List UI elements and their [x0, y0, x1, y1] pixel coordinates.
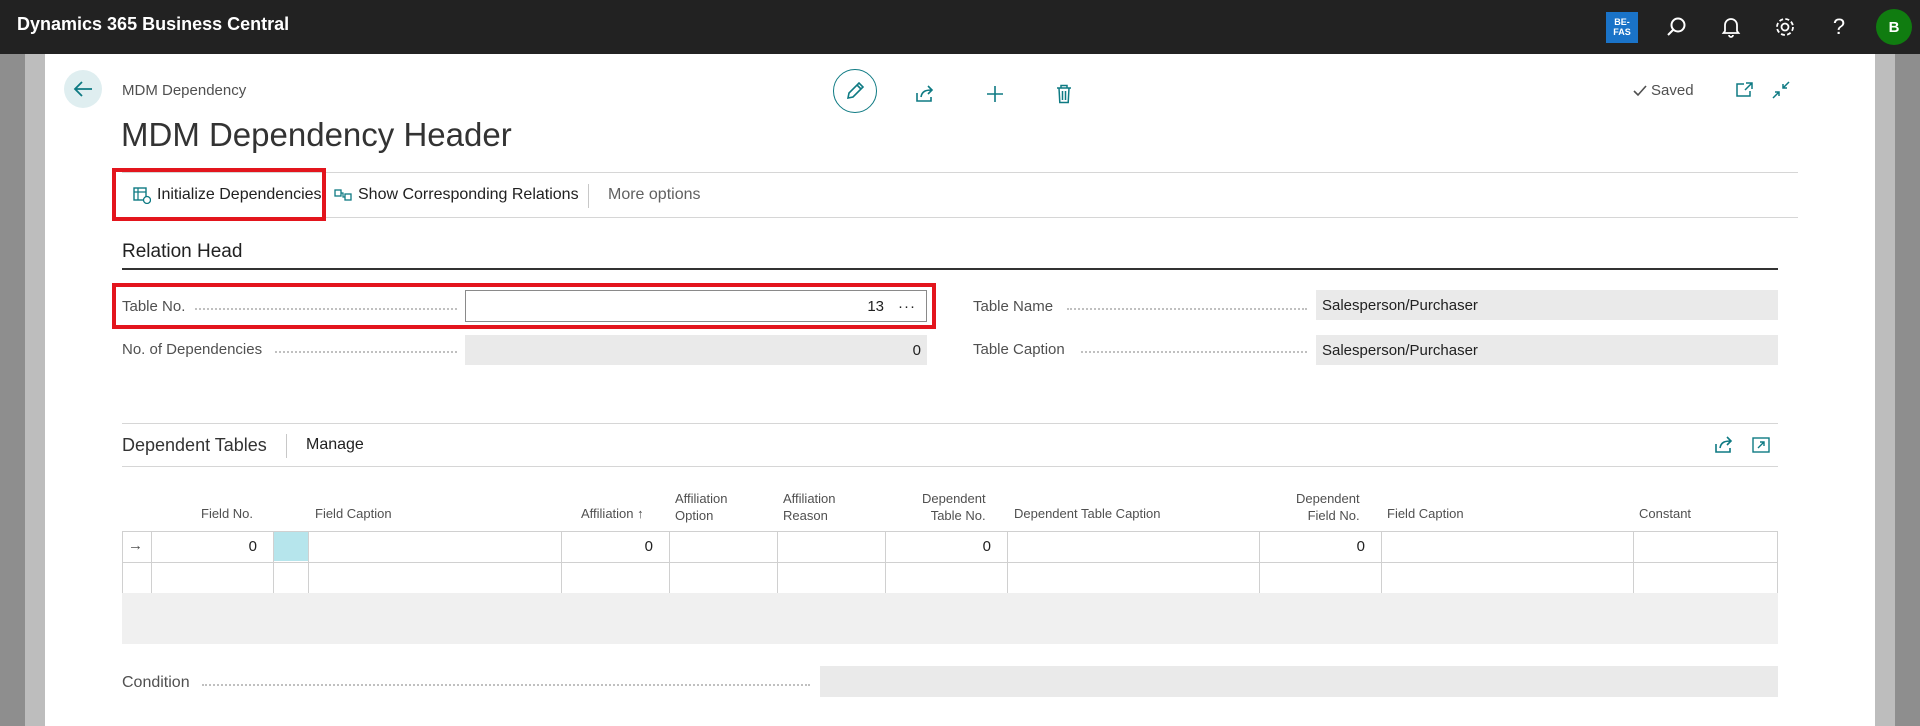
col-affiliation-reason-line1: Affiliation — [783, 491, 836, 506]
col-affiliation-option-line1: Affiliation — [675, 491, 728, 506]
share-button[interactable] — [903, 72, 947, 116]
saved-label: Saved — [1651, 82, 1694, 99]
gear-icon[interactable] — [1773, 15, 1797, 39]
condition-leader — [202, 683, 810, 686]
col-dependent-field-no[interactable]: Dependent Field No. — [1296, 490, 1360, 524]
subpage-separator — [286, 434, 287, 458]
grid-col-line — [1777, 531, 1778, 593]
col-dependent-field-no-line2: Field No. — [1307, 508, 1360, 523]
delete-button[interactable] — [1042, 72, 1086, 116]
background-page-left — [25, 54, 45, 726]
col-dependent-table-no-line1: Dependent — [922, 491, 986, 506]
relation-head-title[interactable]: Relation Head — [122, 241, 242, 263]
row-arrow-icon[interactable]: → — [128, 537, 143, 554]
col-dependent-field-no-line1: Dependent — [1296, 491, 1360, 506]
dependent-tables-title[interactable]: Dependent Tables — [122, 435, 267, 456]
cell-dependent-field-no[interactable]: 0 — [1260, 538, 1365, 555]
page-title: MDM Dependency Header — [121, 116, 512, 153]
search-icon[interactable] — [1665, 15, 1689, 39]
table-name-leader — [1067, 307, 1307, 310]
show-corresponding-relations-label: Show Corresponding Relations — [358, 186, 579, 203]
grid-col-line — [1633, 531, 1634, 593]
highlight-table-no — [112, 283, 936, 329]
subpage-top-divider — [122, 423, 1778, 424]
no-of-dependencies-value: 0 — [465, 335, 927, 365]
check-icon — [1633, 84, 1647, 96]
back-button[interactable] — [64, 70, 102, 108]
col-field-caption-2[interactable]: Field Caption — [1387, 505, 1464, 522]
col-affiliation-reason[interactable]: Affiliation Reason — [783, 490, 836, 524]
cell-field-no[interactable]: 0 — [152, 538, 257, 555]
saved-status: Saved — [1633, 82, 1694, 99]
background-page-right — [1875, 54, 1895, 726]
table-name-label: Table Name — [973, 298, 1054, 315]
sort-ascending-icon: ↑ — [637, 506, 644, 521]
table-caption-label: Table Caption — [973, 341, 1065, 358]
col-dependent-table-no[interactable]: Dependent Table No. — [922, 490, 986, 524]
grid-col-line — [669, 531, 670, 593]
col-affiliation-label: Affiliation — [581, 506, 634, 521]
grid-col-line — [308, 531, 309, 593]
col-affiliation-reason-line2: Reason — [783, 508, 828, 523]
help-icon[interactable]: ? — [1827, 14, 1851, 39]
grid-col-line — [1007, 531, 1008, 593]
table-caption-leader — [1081, 350, 1307, 353]
selected-cell[interactable] — [274, 532, 308, 561]
subpage-expand-icon[interactable] — [1739, 423, 1783, 467]
col-affiliation-option[interactable]: Affiliation Option — [675, 490, 728, 524]
action-bar-top-divider — [122, 172, 1798, 173]
grid-col-line — [1381, 531, 1382, 593]
subpage-header-divider — [122, 466, 1778, 467]
grid-row-divider — [122, 562, 1778, 563]
no-of-dependencies-label: No. of Dependencies — [122, 341, 263, 358]
grid-col-line — [122, 531, 123, 593]
bell-icon[interactable] — [1719, 15, 1743, 39]
col-affiliation[interactable]: Affiliation ↑ — [581, 505, 644, 522]
col-constant[interactable]: Constant — [1639, 505, 1691, 522]
table-caption-value: Salesperson/Purchaser — [1316, 335, 1778, 365]
table-name-value: Salesperson/Purchaser — [1316, 290, 1778, 320]
col-dependent-table-caption[interactable]: Dependent Table Caption — [1014, 505, 1161, 522]
edit-button[interactable] — [833, 69, 877, 113]
company-badge[interactable]: BE- FAS — [1606, 12, 1638, 43]
cell-affiliation[interactable]: 0 — [562, 538, 653, 555]
manage-button[interactable]: Manage — [306, 436, 364, 454]
avatar[interactable]: B — [1876, 9, 1912, 45]
show-corresponding-relations-button[interactable]: Show Corresponding Relations — [334, 186, 579, 204]
col-dependent-table-no-line2: Table No. — [930, 508, 986, 523]
condition-field[interactable] — [820, 666, 1778, 697]
grid-empty-area — [122, 593, 1778, 644]
cell-dependent-table-no[interactable]: 0 — [886, 538, 991, 555]
highlight-initialize-dependencies — [112, 168, 326, 221]
more-options-button[interactable]: More options — [608, 186, 701, 204]
top-bar: Dynamics 365 Business Central BE- FAS ? … — [0, 0, 1920, 54]
collapse-icon[interactable] — [1759, 68, 1803, 112]
relations-icon — [334, 189, 352, 201]
col-field-caption[interactable]: Field Caption — [315, 505, 392, 522]
col-field-no[interactable]: Field No. — [201, 505, 253, 522]
no-of-dependencies-leader — [275, 350, 457, 353]
grid-col-line — [777, 531, 778, 593]
action-separator — [588, 184, 589, 208]
condition-label: Condition — [122, 674, 190, 691]
app-title[interactable]: Dynamics 365 Business Central — [17, 14, 289, 35]
col-affiliation-option-line2: Option — [675, 508, 714, 523]
action-bar-bottom-divider — [122, 217, 1798, 218]
breadcrumb: MDM Dependency — [122, 82, 247, 99]
relation-head-rule — [122, 268, 1778, 270]
new-button[interactable] — [973, 72, 1017, 116]
company-badge-label: BE- FAS — [1613, 17, 1631, 37]
